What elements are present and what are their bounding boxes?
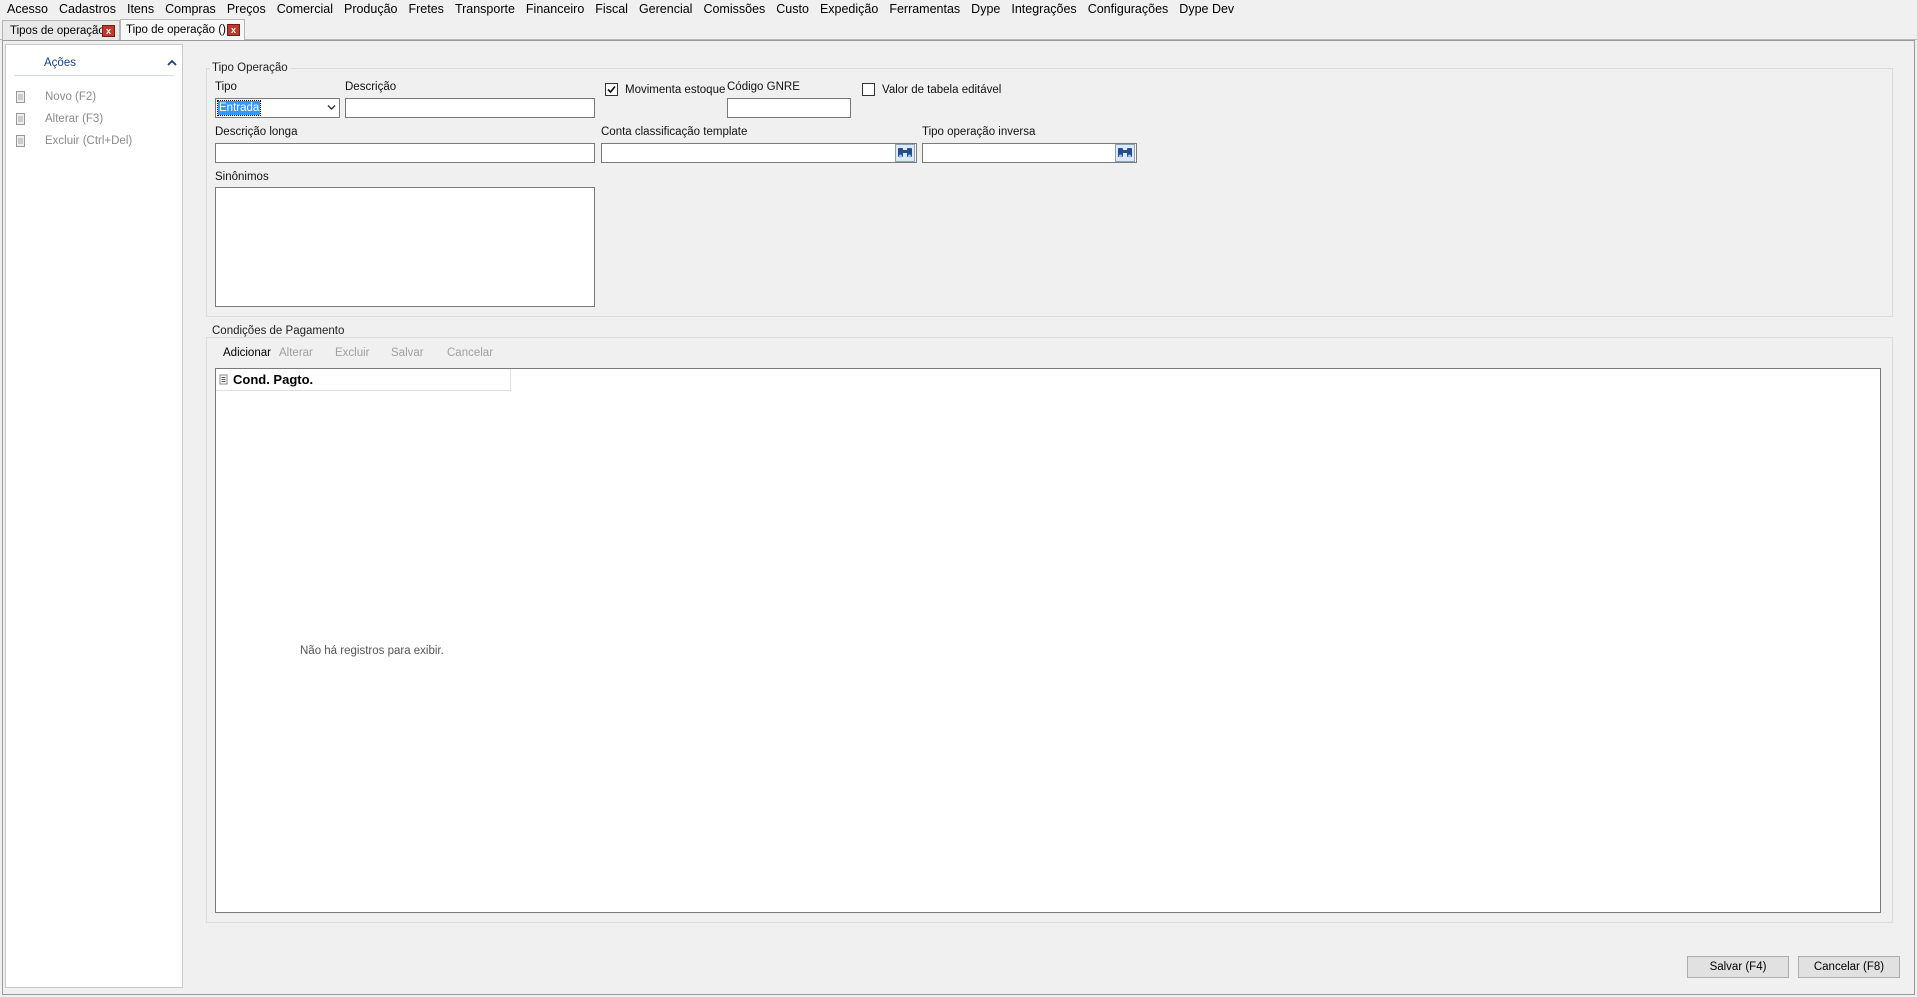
menu-integracoes[interactable]: Integrações bbox=[1006, 1, 1082, 17]
menu-compras[interactable]: Compras bbox=[160, 1, 222, 17]
menu-producao[interactable]: Produção bbox=[339, 1, 404, 17]
tipo-label: Tipo bbox=[215, 81, 237, 93]
binoculars-icon bbox=[1118, 148, 1132, 158]
valor-tabela-label: Valor de tabela editável bbox=[882, 84, 1002, 96]
codigo-gnre-input[interactable] bbox=[727, 98, 851, 118]
column-menu-icon[interactable] bbox=[219, 374, 228, 385]
actions-header[interactable]: Ações bbox=[6, 55, 182, 76]
menu-precos[interactable]: Preços bbox=[222, 1, 272, 17]
new-document-icon bbox=[16, 91, 25, 103]
action-label: Alterar (F3) bbox=[45, 113, 104, 125]
sinonimos-label: Sinônimos bbox=[215, 171, 269, 183]
action-excluir[interactable]: Excluir (Ctrl+Del) bbox=[14, 132, 132, 150]
edit-document-icon bbox=[16, 113, 25, 125]
menu-gerencial[interactable]: Gerencial bbox=[634, 1, 699, 17]
menu-dype[interactable]: Dype bbox=[966, 1, 1006, 17]
actions-title: Ações bbox=[44, 57, 76, 69]
codigo-gnre-label: Código GNRE bbox=[727, 81, 800, 93]
sinonimos-textarea[interactable] bbox=[215, 187, 595, 307]
document-tabstrip: Tipos de operação x Tipo de operação () … bbox=[0, 19, 1917, 41]
movimenta-estoque-checkbox[interactable] bbox=[605, 83, 618, 96]
chevron-down-icon bbox=[327, 105, 336, 110]
close-icon[interactable]: x bbox=[227, 24, 240, 36]
descricao-longa-label: Descrição longa bbox=[215, 126, 298, 138]
check-icon bbox=[607, 85, 616, 94]
menu-bar: Acesso Cadastros Itens Compras Preços Co… bbox=[0, 0, 1917, 18]
tab-label: Tipo de operação () bbox=[126, 24, 226, 36]
cancelar-grid-button[interactable]: Cancelar bbox=[447, 347, 493, 359]
column-label: Cond. Pagto. bbox=[233, 372, 314, 387]
tipo-operacao-inversa-label: Tipo operação inversa bbox=[922, 126, 1036, 138]
action-label: Excluir (Ctrl+Del) bbox=[45, 135, 133, 147]
tipo-inversa-lookup-button[interactable] bbox=[1115, 144, 1135, 162]
action-alterar[interactable]: Alterar (F3) bbox=[14, 110, 103, 128]
menu-custo[interactable]: Custo bbox=[771, 1, 815, 17]
menu-transporte[interactable]: Transporte bbox=[450, 1, 521, 17]
delete-document-icon bbox=[16, 135, 25, 147]
conta-classificacao-label: Conta classificação template bbox=[601, 126, 748, 138]
menu-ferramentas[interactable]: Ferramentas bbox=[884, 1, 966, 17]
chevron-up-icon[interactable] bbox=[166, 57, 178, 69]
binoculars-icon bbox=[898, 148, 912, 158]
tipo-selected-value: Entrada bbox=[216, 100, 262, 116]
alterar-button[interactable]: Alterar bbox=[279, 347, 313, 359]
condicoes-pagamento-title: Condições de Pagamento bbox=[210, 325, 347, 337]
tab-tipos-de-operacao[interactable]: Tipos de operação x bbox=[2, 20, 120, 40]
close-icon[interactable]: x bbox=[102, 25, 115, 37]
tipo-operacao-title: Tipo Operação bbox=[210, 62, 290, 74]
tab-tipo-de-operacao[interactable]: Tipo de operação () x bbox=[120, 19, 245, 41]
condicoes-grid: Cond. Pagto. Não há registros para exibi… bbox=[215, 368, 1881, 913]
menu-configuracoes[interactable]: Configurações bbox=[1083, 1, 1175, 17]
movimenta-estoque-label: Movimenta estoque bbox=[625, 84, 726, 96]
salvar-grid-button[interactable]: Salvar bbox=[391, 347, 424, 359]
empty-message: Não há registros para exibir. bbox=[300, 645, 444, 657]
menu-fretes[interactable]: Fretes bbox=[404, 1, 450, 17]
descricao-input[interactable] bbox=[345, 98, 595, 118]
action-novo[interactable]: Novo (F2) bbox=[14, 88, 96, 106]
excluir-button[interactable]: Excluir bbox=[335, 347, 370, 359]
actions-panel: Ações Novo (F2) Alterar (F3) Excluir (Ct… bbox=[5, 44, 183, 988]
menu-fiscal[interactable]: Fiscal bbox=[590, 1, 634, 17]
menu-itens[interactable]: Itens bbox=[122, 1, 160, 17]
save-button[interactable]: Salvar (F4) bbox=[1687, 956, 1789, 978]
valor-tabela-checkbox[interactable] bbox=[862, 83, 875, 96]
menu-comissoes[interactable]: Comissões bbox=[698, 1, 771, 17]
cancel-button[interactable]: Cancelar (F8) bbox=[1798, 956, 1900, 978]
tipo-operacao-inversa-input[interactable] bbox=[922, 143, 1137, 163]
menu-comercial[interactable]: Comercial bbox=[272, 1, 339, 17]
menu-financeiro[interactable]: Financeiro bbox=[521, 1, 590, 17]
menu-cadastros[interactable]: Cadastros bbox=[54, 1, 122, 17]
descricao-label: Descrição bbox=[345, 81, 397, 93]
menu-dype-dev[interactable]: Dype Dev bbox=[1174, 1, 1240, 17]
descricao-longa-input[interactable] bbox=[215, 143, 595, 163]
conta-classificacao-input[interactable] bbox=[601, 143, 917, 163]
adicionar-button[interactable]: Adicionar bbox=[223, 347, 271, 359]
tab-label: Tipos de operação bbox=[10, 24, 105, 37]
menu-expedicao[interactable]: Expedição bbox=[815, 1, 884, 17]
divider bbox=[14, 75, 174, 76]
tipo-select[interactable]: Entrada bbox=[215, 98, 340, 118]
column-header-cond-pagto[interactable]: Cond. Pagto. bbox=[216, 369, 511, 391]
menu-acesso[interactable]: Acesso bbox=[2, 1, 54, 17]
conta-lookup-button[interactable] bbox=[895, 144, 915, 162]
action-label: Novo (F2) bbox=[45, 91, 97, 103]
